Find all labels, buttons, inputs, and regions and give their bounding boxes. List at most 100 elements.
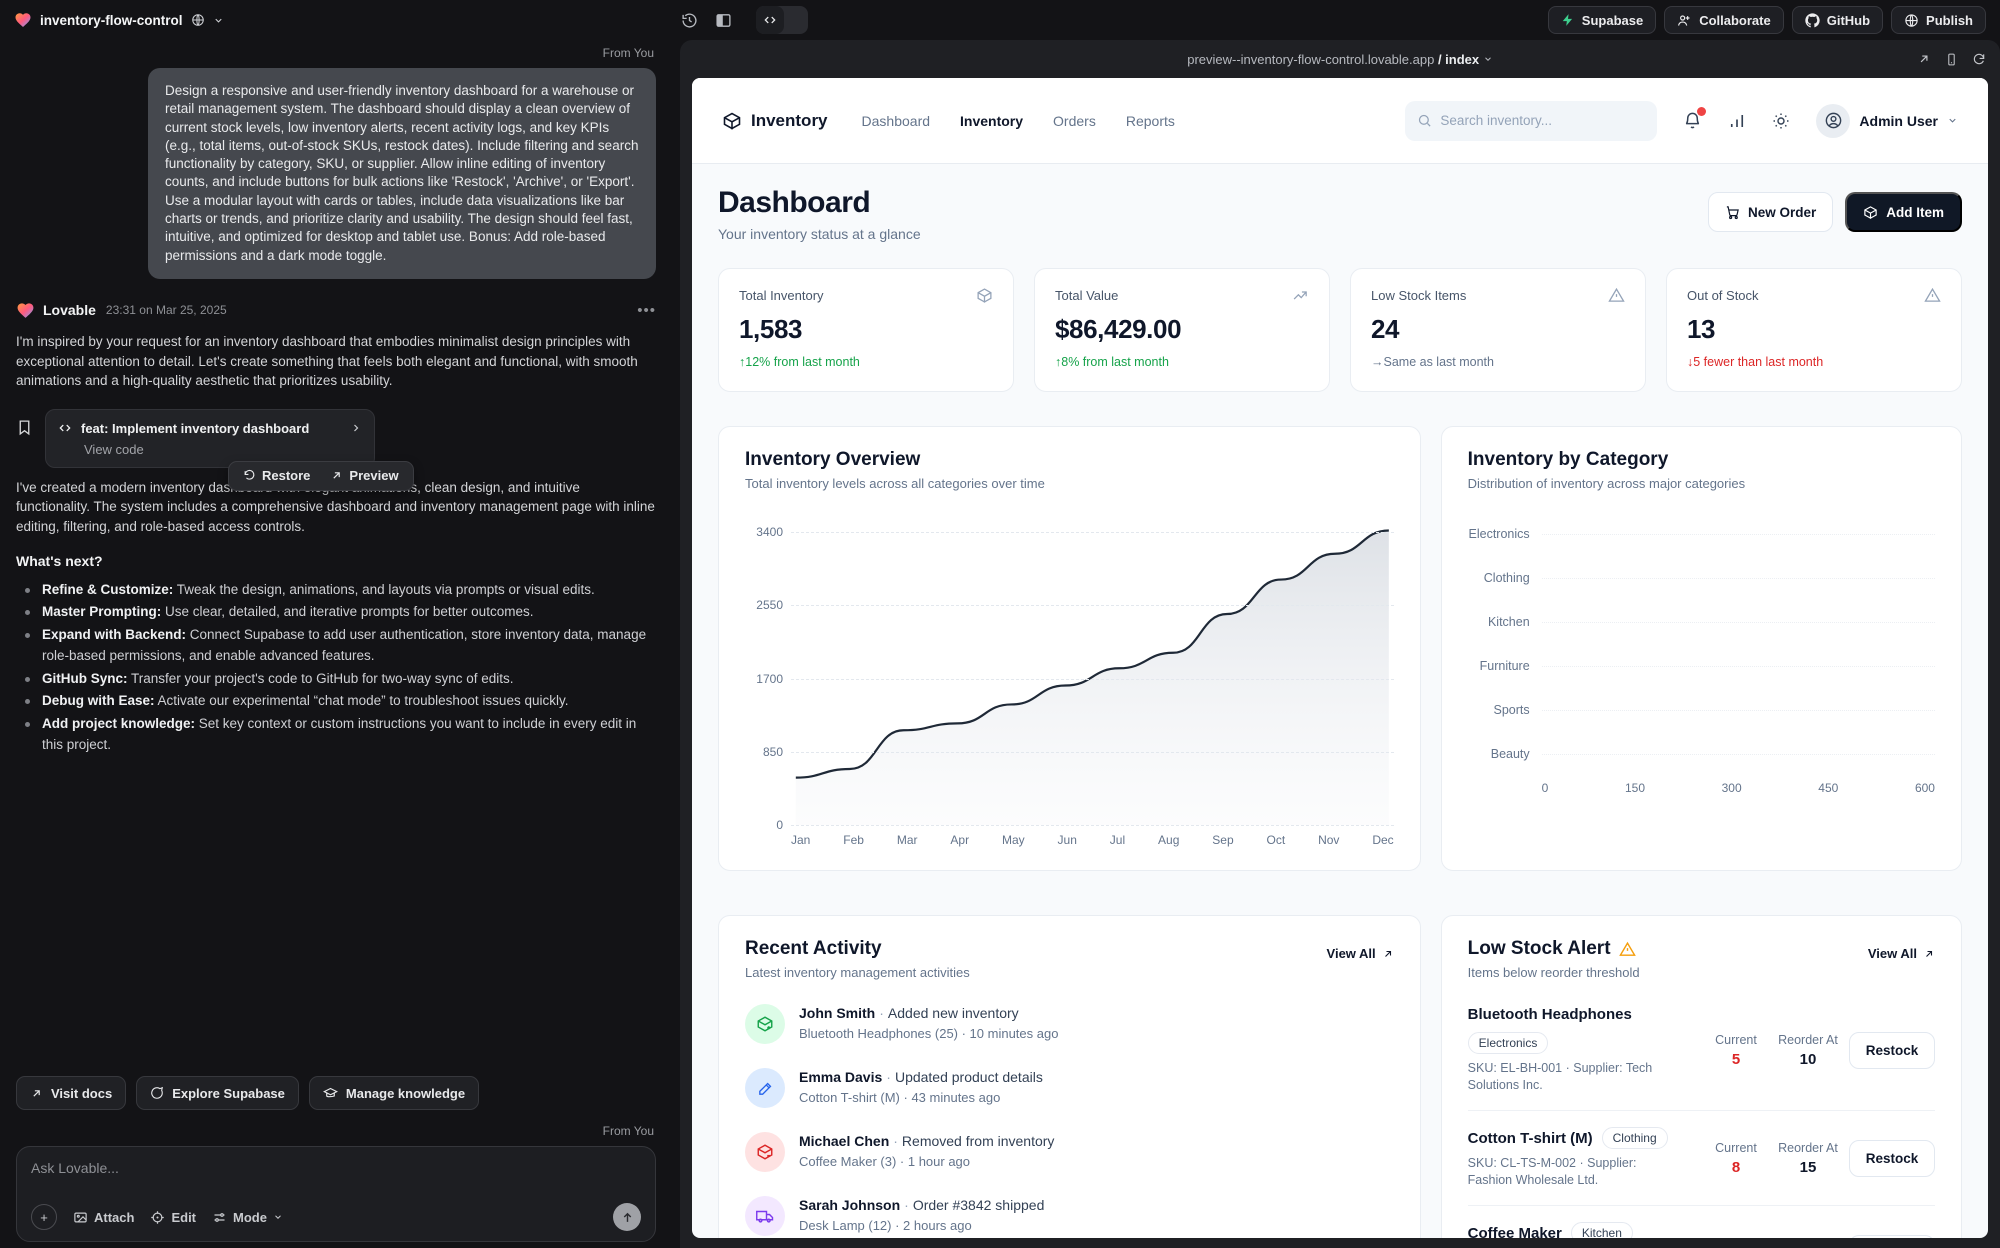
view-all-link[interactable]: View All bbox=[1868, 946, 1935, 961]
collaborate-people-icon bbox=[1677, 13, 1692, 28]
panel-layout-icon[interactable] bbox=[710, 6, 738, 34]
x-tick-label: 150 bbox=[1625, 781, 1645, 795]
bar-label: Electronics bbox=[1468, 527, 1542, 541]
mobile-view-icon[interactable] bbox=[1945, 52, 1958, 67]
user-menu[interactable]: Admin User bbox=[1816, 104, 1958, 138]
history-icon[interactable] bbox=[676, 6, 704, 34]
restore-button[interactable]: Restore bbox=[233, 468, 320, 483]
list-item: Expand with Backend: Connect Supabase to… bbox=[16, 624, 656, 667]
restock-button[interactable]: Restock bbox=[1849, 1032, 1935, 1069]
search-input[interactable] bbox=[1440, 113, 1645, 128]
x-tick-label: Feb bbox=[843, 833, 864, 847]
category-badge: Electronics bbox=[1468, 1032, 1549, 1054]
x-tick-label: Jan bbox=[791, 833, 810, 847]
y-tick-label: 1700 bbox=[756, 672, 783, 686]
analytics-bars-icon[interactable] bbox=[1728, 112, 1746, 130]
y-axis-labels: 0850170025503400 bbox=[745, 515, 791, 825]
user-message-bubble: Design a responsive and user-friendly in… bbox=[148, 68, 656, 279]
activity-row: John Smith·Added new inventory Bluetooth… bbox=[745, 1004, 1394, 1044]
x-tick-label: 0 bbox=[1542, 781, 1549, 795]
restock-button[interactable]: Restock bbox=[1849, 1235, 1935, 1239]
bar-row: Furniture bbox=[1468, 649, 1935, 682]
nav-dashboard[interactable]: Dashboard bbox=[862, 113, 931, 129]
kpi-delta: ↑12% from last month bbox=[739, 355, 993, 369]
collaborate-button[interactable]: Collaborate bbox=[1664, 6, 1784, 34]
manage-knowledge-button[interactable]: Manage knowledge bbox=[309, 1076, 479, 1110]
search-icon bbox=[1417, 113, 1432, 128]
code-icon bbox=[58, 421, 72, 435]
bar-label: Kitchen bbox=[1468, 615, 1542, 629]
preview-url[interactable]: preview--inventory-flow-control.lovable.… bbox=[1187, 52, 1493, 67]
chat-panel: From You Design a responsive and user-fr… bbox=[0, 40, 680, 1248]
publish-button[interactable]: Publish bbox=[1891, 6, 1986, 34]
package-plus-icon bbox=[745, 1004, 785, 1044]
preview-panel: preview--inventory-flow-control.lovable.… bbox=[680, 40, 2000, 1248]
new-order-button[interactable]: New Order bbox=[1708, 192, 1833, 232]
low-stock-row: Bluetooth Headphones Electronics SKU: EL… bbox=[1468, 990, 1935, 1111]
publish-globe-icon bbox=[1904, 13, 1919, 28]
kpi-value: $86,429.00 bbox=[1055, 314, 1309, 345]
gridline bbox=[791, 825, 1394, 826]
sliders-icon bbox=[212, 1210, 227, 1225]
restock-button[interactable]: Restock bbox=[1849, 1140, 1935, 1177]
chat-input[interactable] bbox=[31, 1160, 641, 1176]
bar-row: Clothing bbox=[1468, 561, 1935, 594]
notification-dot bbox=[1697, 107, 1706, 116]
project-switcher[interactable]: inventory-flow-control bbox=[14, 11, 224, 29]
x-tick-label: Aug bbox=[1158, 833, 1179, 847]
y-tick-label: 3400 bbox=[756, 525, 783, 539]
crosshair-icon bbox=[150, 1210, 165, 1225]
add-item-button[interactable]: Add Item bbox=[1845, 192, 1962, 232]
bar-track bbox=[1542, 517, 1935, 550]
chat-bubble-icon bbox=[150, 1086, 164, 1100]
section-subtitle: Latest inventory management activities bbox=[745, 965, 970, 980]
theme-sun-icon[interactable] bbox=[1772, 112, 1790, 130]
view-code-link[interactable]: View code bbox=[84, 442, 362, 457]
next-steps-list: Refine & Customize: Tweak the design, an… bbox=[16, 579, 656, 757]
alert-triangle-icon bbox=[1619, 941, 1636, 958]
open-external-icon[interactable] bbox=[1917, 52, 1931, 66]
code-view-toggle[interactable] bbox=[756, 6, 808, 34]
chat-composer[interactable]: + Attach Edit Mode bbox=[16, 1146, 656, 1242]
alert-triangle-icon bbox=[1924, 287, 1941, 304]
attach-button[interactable]: Attach bbox=[73, 1210, 134, 1225]
edit-button[interactable]: Edit bbox=[150, 1210, 196, 1225]
app-viewport: Inventory Dashboard Inventory Orders Rep… bbox=[692, 78, 1988, 1238]
visit-docs-button[interactable]: Visit docs bbox=[16, 1076, 126, 1110]
y-tick-label: 850 bbox=[763, 745, 783, 759]
github-button[interactable]: GitHub bbox=[1792, 6, 1883, 34]
inventory-search[interactable] bbox=[1405, 101, 1657, 141]
notifications-bell-icon[interactable] bbox=[1683, 111, 1702, 130]
kpi-value: 13 bbox=[1687, 314, 1941, 345]
version-card[interactable]: feat: Implement inventory dashboard View… bbox=[45, 409, 375, 468]
bar-track bbox=[1542, 561, 1935, 594]
x-tick-label: Apr bbox=[950, 833, 969, 847]
chevron-down-icon[interactable] bbox=[213, 15, 224, 26]
chart-title: Inventory Overview bbox=[745, 449, 1394, 471]
from-you-label: From You bbox=[16, 46, 654, 60]
assistant-intro-message: I'm inspired by your request for an inve… bbox=[16, 332, 656, 391]
nav-inventory[interactable]: Inventory bbox=[960, 113, 1023, 129]
app-brand[interactable]: Inventory bbox=[722, 111, 828, 131]
add-attachment-icon[interactable]: + bbox=[31, 1204, 57, 1230]
nav-orders[interactable]: Orders bbox=[1053, 113, 1096, 129]
x-axis-labels: 0150300450600 bbox=[1542, 781, 1935, 795]
send-button[interactable] bbox=[613, 1203, 641, 1231]
list-item: GitHub Sync: Transfer your project's cod… bbox=[16, 668, 656, 690]
mode-selector[interactable]: Mode bbox=[212, 1210, 283, 1225]
from-you-label: From You bbox=[16, 1124, 654, 1138]
kpi-card-total-value: Total Value $86,429.00 ↑8% from last mon… bbox=[1034, 268, 1330, 392]
y-tick-label: 0 bbox=[776, 818, 783, 832]
view-all-link[interactable]: View All bbox=[1327, 946, 1394, 961]
chart-subtitle: Total inventory levels across all catego… bbox=[745, 476, 1394, 491]
message-menu-icon[interactable]: ••• bbox=[637, 302, 656, 319]
visibility-globe-icon bbox=[191, 13, 205, 27]
supabase-button[interactable]: Supabase bbox=[1548, 6, 1656, 34]
bar-label: Furniture bbox=[1468, 659, 1542, 673]
refresh-icon[interactable] bbox=[1972, 52, 1986, 66]
explore-supabase-button[interactable]: Explore Supabase bbox=[136, 1076, 299, 1110]
bookmark-icon[interactable] bbox=[16, 419, 33, 436]
x-tick-label: 300 bbox=[1722, 781, 1742, 795]
nav-reports[interactable]: Reports bbox=[1126, 113, 1175, 129]
preview-button[interactable]: Preview bbox=[320, 468, 408, 483]
